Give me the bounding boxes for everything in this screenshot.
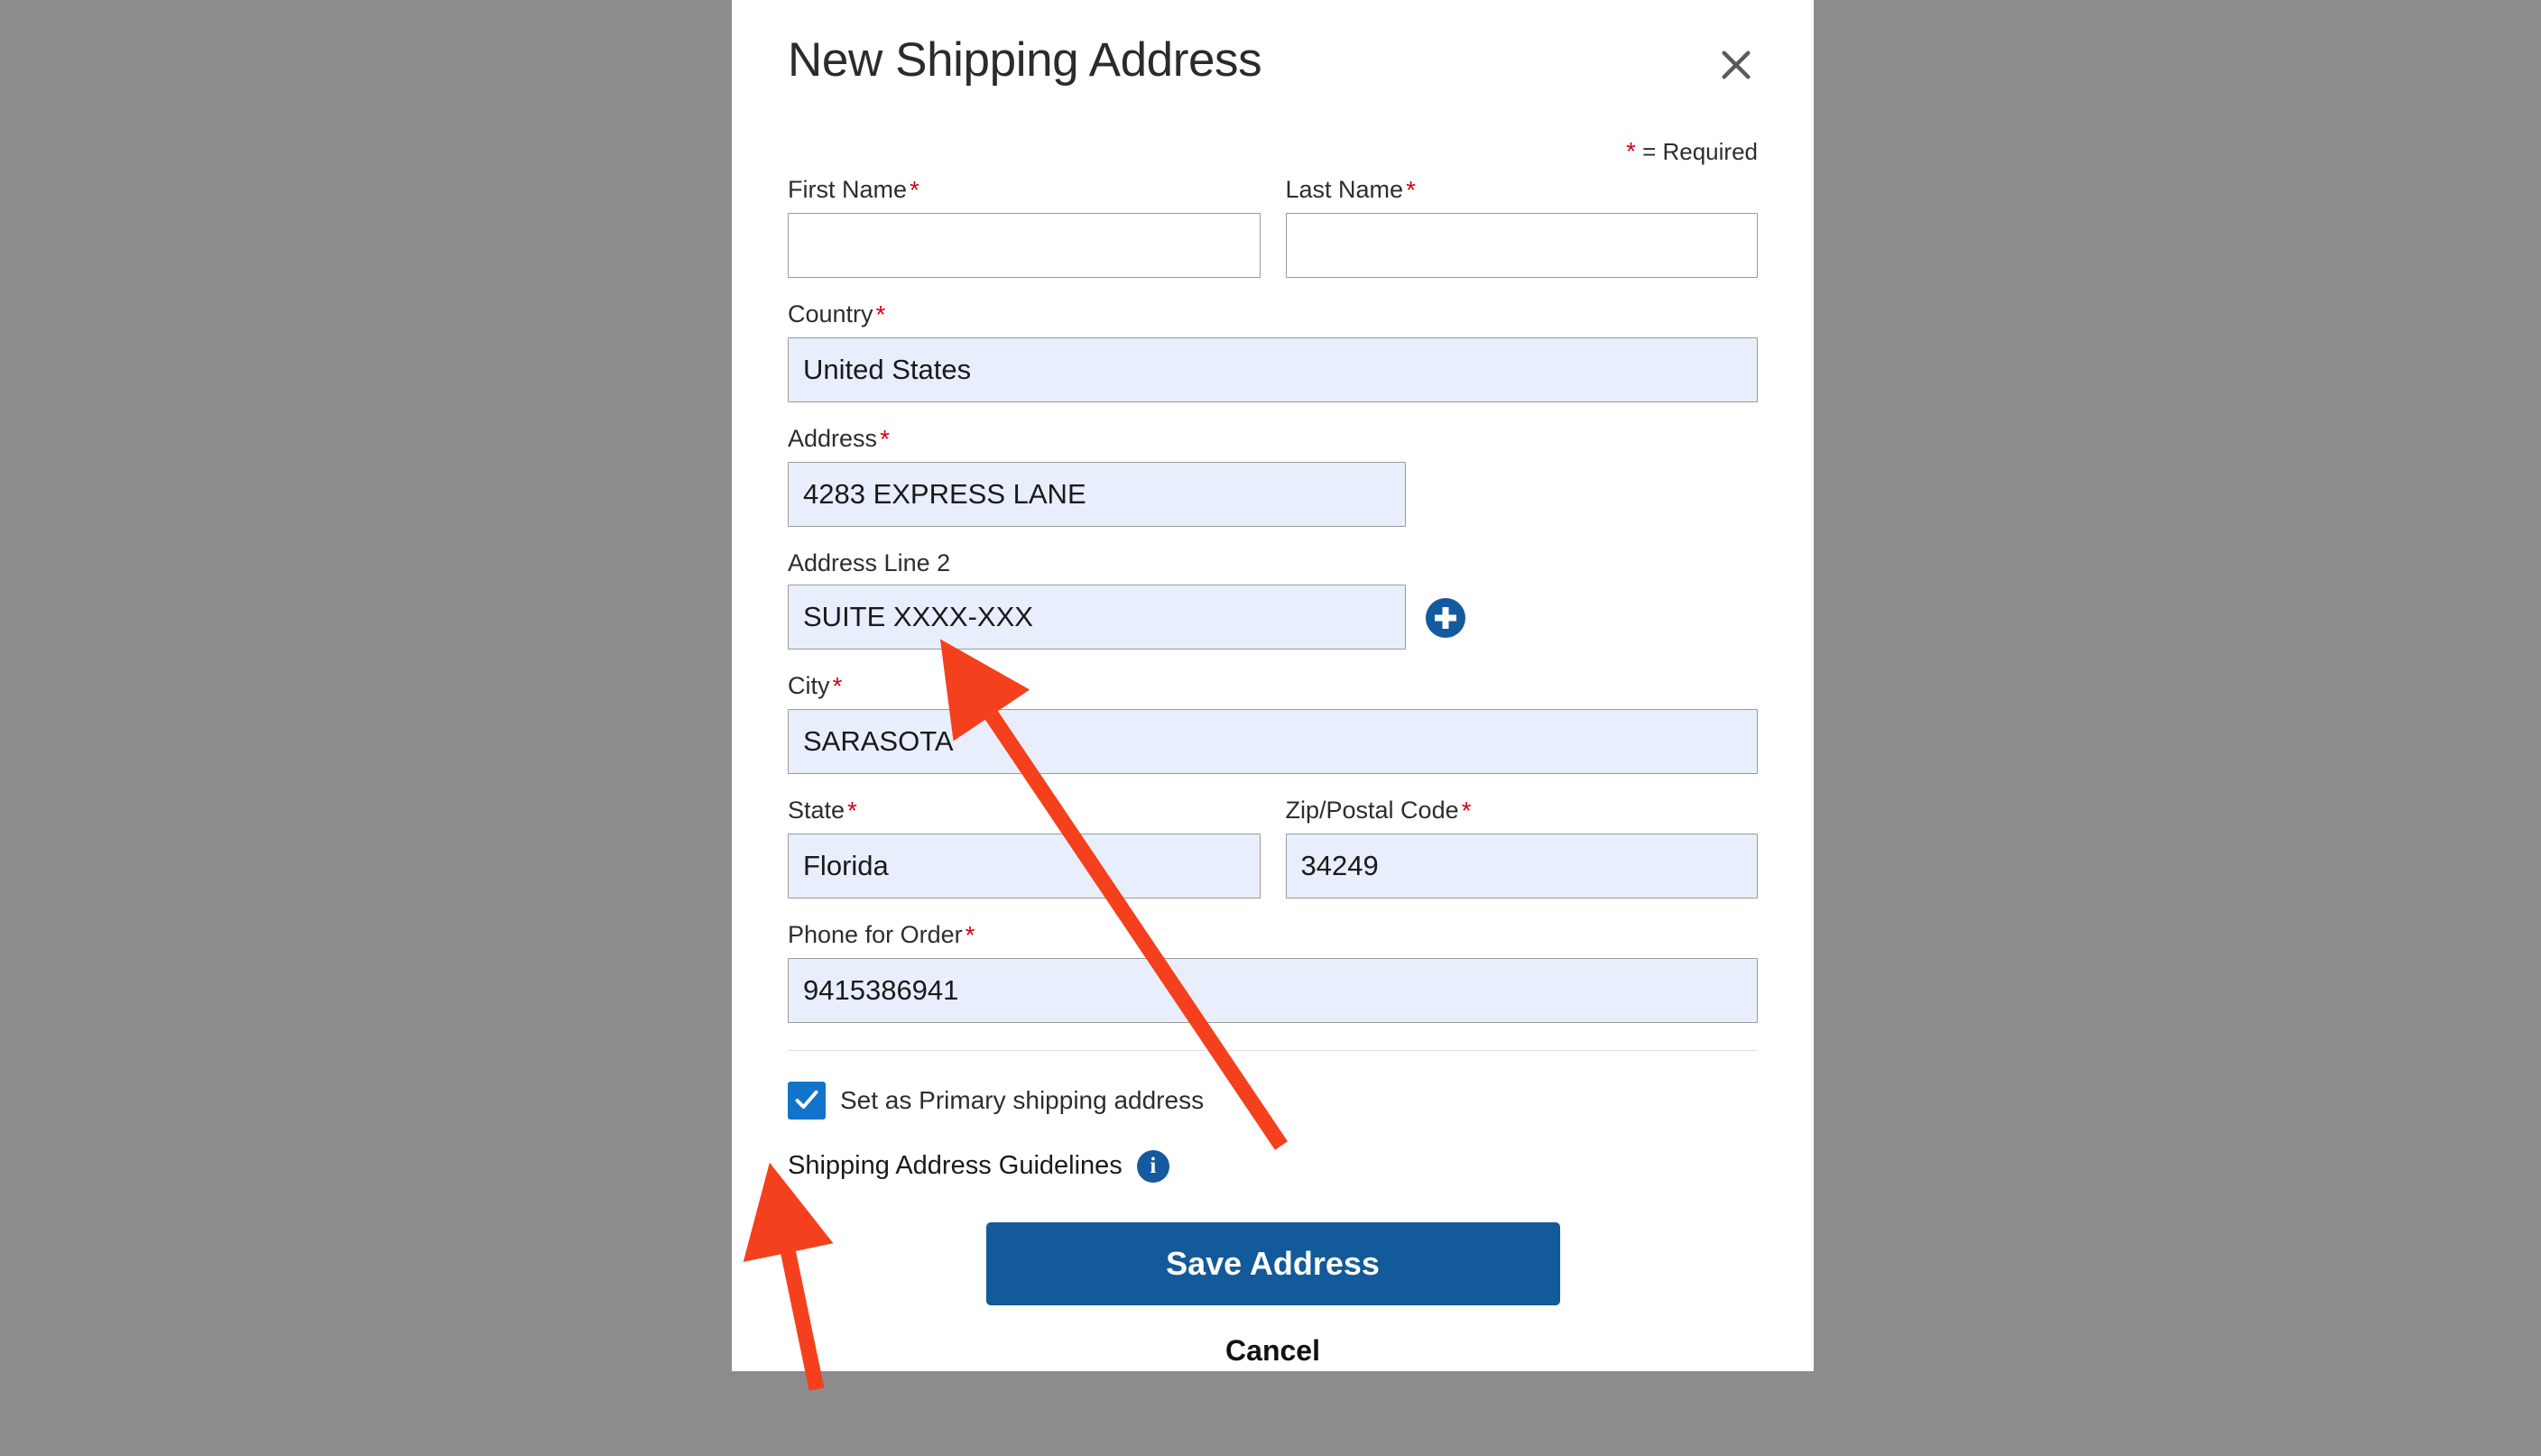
- required-legend-text: = Required: [1642, 138, 1758, 166]
- checkmark-icon: [795, 1090, 818, 1109]
- address-line-2-field-group: Address Line 2: [788, 548, 1758, 650]
- address-line-2-input[interactable]: [788, 585, 1406, 650]
- address-label: Address *: [788, 424, 1406, 454]
- modal-divider: [788, 1049, 1758, 1051]
- first-name-label: First Name *: [788, 176, 1261, 205]
- shipping-guidelines-label: Shipping Address Guidelines: [788, 1151, 1123, 1181]
- first-name-label-text: First Name: [788, 176, 908, 204]
- required-asterisk-icon: *: [832, 672, 843, 701]
- first-name-field-group: First Name *: [788, 176, 1261, 279]
- city-label: City *: [788, 672, 1758, 701]
- city-field-group: City *: [788, 672, 1758, 775]
- cancel-button[interactable]: Cancel: [1216, 1331, 1329, 1371]
- state-zip-row: State* Zip/Postal Code*: [788, 797, 1758, 922]
- close-icon[interactable]: [1714, 43, 1758, 87]
- modal-header: New Shipping Address: [788, 33, 1758, 87]
- state-input[interactable]: [788, 833, 1261, 898]
- last-name-input[interactable]: [1285, 213, 1758, 279]
- address-line-2-label: Address Line 2: [788, 548, 951, 576]
- primary-address-checkbox[interactable]: [788, 1081, 826, 1120]
- state-label: State *: [788, 797, 1261, 825]
- phone-field-group: Phone for Order *: [788, 920, 1758, 1023]
- required-asterisk-icon: *: [965, 920, 975, 949]
- name-row: First Name * Last Name *: [788, 176, 1759, 301]
- last-name-label: Last Name *: [1285, 176, 1759, 205]
- first-name-input[interactable]: [788, 213, 1261, 279]
- zip-field-group: Zip/Postal Code *: [1285, 797, 1759, 898]
- info-icon[interactable]: i: [1136, 1149, 1169, 1183]
- country-input[interactable]: [788, 336, 1758, 402]
- required-asterisk-icon: *: [910, 176, 919, 205]
- required-asterisk-icon: *: [880, 424, 890, 453]
- city-label-text: City: [788, 672, 830, 700]
- country-field-group: Country *: [788, 300, 1758, 402]
- required-asterisk-icon: *: [875, 300, 886, 329]
- required-asterisk-icon: *: [847, 797, 857, 825]
- required-asterisk-icon: *: [1625, 137, 1636, 166]
- country-label-text: Country: [788, 300, 873, 328]
- last-name-field-group: Last Name *: [1285, 176, 1759, 279]
- primary-address-checkbox-row[interactable]: Set as Primary shipping address: [788, 1081, 1758, 1120]
- plus-circle-icon[interactable]: [1426, 598, 1465, 639]
- address-input[interactable]: [788, 461, 1406, 527]
- state-label-text: State: [788, 797, 845, 825]
- city-input[interactable]: [788, 709, 1758, 775]
- primary-address-checkbox-label: Set as Primary shipping address: [840, 1085, 1205, 1114]
- country-label: Country *: [788, 300, 1758, 329]
- required-asterisk-icon: *: [1461, 797, 1472, 825]
- zip-label-text: Zip/Postal Code: [1285, 797, 1459, 825]
- state-field-group: State *: [788, 797, 1261, 898]
- zip-label: Zip/Postal Code *: [1286, 797, 1759, 825]
- shipping-guidelines-row[interactable]: Shipping Address Guidelines i: [788, 1149, 1758, 1183]
- screen-root: Email Preferences bbanducci@myus.com › C…: [0, 0, 2541, 1456]
- new-shipping-address-modal: New Shipping Address * = Required First …: [732, 0, 1814, 1371]
- required-legend: * = Required: [788, 139, 1758, 164]
- last-name-label-text: Last Name: [1285, 176, 1404, 204]
- zip-input[interactable]: [1285, 833, 1758, 898]
- phone-label: Phone for Order *: [788, 920, 1758, 950]
- address-label-text: Address: [788, 424, 878, 452]
- modal-title: New Shipping Address: [788, 33, 1262, 87]
- required-asterisk-icon: *: [1406, 176, 1416, 205]
- phone-input[interactable]: [788, 957, 1758, 1023]
- address-field-group: Address *: [788, 424, 1406, 527]
- phone-label-text: Phone for Order: [788, 920, 963, 948]
- save-address-button[interactable]: Save Address: [985, 1221, 1560, 1305]
